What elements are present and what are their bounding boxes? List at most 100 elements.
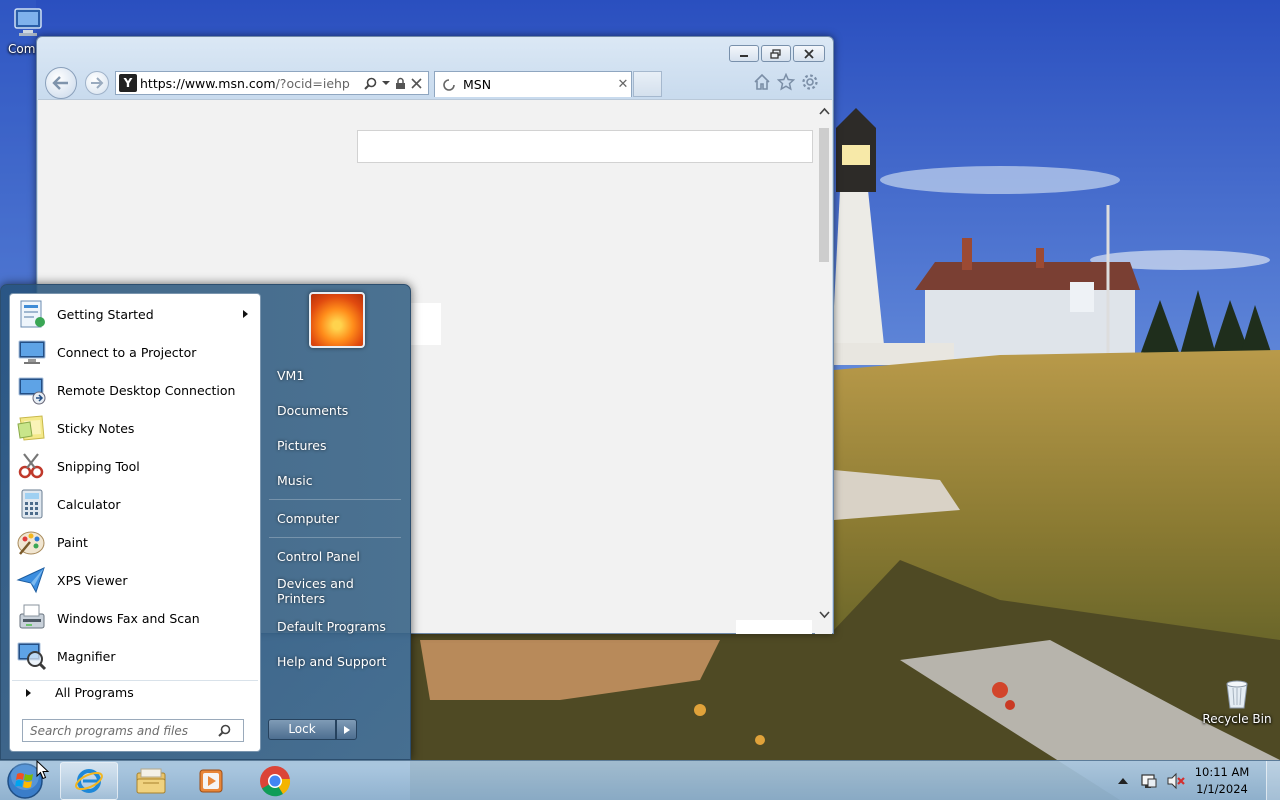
menu-separator — [269, 499, 401, 500]
close-button[interactable] — [793, 45, 825, 62]
start-menu-place-default-programs[interactable]: Default Programs — [269, 612, 405, 640]
forward-button[interactable] — [85, 71, 109, 95]
scroll-up-arrow[interactable] — [817, 104, 831, 118]
action-center-flag-icon[interactable] — [1140, 772, 1158, 790]
minimize-icon — [740, 54, 748, 57]
fax-scan-icon — [19, 604, 45, 629]
home-icon[interactable] — [753, 73, 771, 91]
site-favicon-icon: Y — [119, 74, 137, 92]
taskbar-chrome[interactable] — [246, 762, 304, 800]
all-programs-label: All Programs — [55, 685, 134, 700]
start-menu-place-pictures[interactable]: Pictures — [269, 431, 405, 459]
vertical-scrollbar[interactable] — [815, 100, 832, 634]
taskbar-internet-explorer[interactable] — [60, 762, 118, 800]
chevron-up-icon — [818, 107, 830, 115]
start-search-input[interactable] — [30, 723, 218, 738]
triangle-right-icon — [26, 688, 31, 697]
content-placeholder — [736, 620, 812, 634]
new-tab-button[interactable] — [633, 71, 662, 97]
scroll-thumb[interactable] — [819, 128, 829, 262]
taskbar-media-player[interactable] — [182, 762, 240, 800]
all-programs-button[interactable]: All Programs — [12, 680, 258, 704]
calculator-icon — [21, 489, 43, 519]
start-menu-item[interactable]: Magnifier — [12, 638, 258, 674]
start-menu-place-vm1[interactable]: VM1 — [269, 361, 405, 389]
url-path: /?ocid=iehp — [275, 75, 350, 91]
start-menu-item-label: Snipping Tool — [57, 458, 140, 474]
start-search-box[interactable] — [22, 719, 244, 742]
recycle-bin-icon — [1226, 680, 1248, 709]
tab-msn[interactable]: MSN ✕ — [434, 71, 632, 97]
start-menu-programs-pane: Getting Started Connect to a Projector Rem… — [9, 293, 261, 752]
magnifier-icon — [17, 642, 47, 671]
projector-icon — [18, 340, 46, 364]
start-menu-item[interactable]: Remote Desktop Connection — [12, 372, 258, 408]
start-menu-place-control-panel[interactable]: Control Panel — [269, 542, 405, 570]
search-icon[interactable] — [218, 724, 231, 737]
lock-button[interactable]: Lock — [268, 719, 336, 740]
desktop-icon-recycle-bin[interactable]: Recycle Bin — [1201, 678, 1273, 726]
xps-viewer-icon — [16, 567, 45, 594]
start-menu-item[interactable]: Connect to a Projector — [12, 334, 258, 370]
start-menu-item[interactable]: Sticky Notes — [12, 410, 258, 446]
restore-button[interactable] — [761, 45, 791, 62]
window-caption-buttons — [729, 45, 825, 62]
minimize-button[interactable] — [729, 45, 759, 62]
close-icon — [804, 48, 814, 59]
snipping-tool-icon — [18, 453, 44, 479]
back-button[interactable] — [45, 67, 77, 99]
gear-icon[interactable] — [801, 73, 819, 91]
arrow-right-icon — [91, 77, 104, 89]
start-menu-place-computer[interactable]: Computer — [269, 504, 405, 532]
tab-title: MSN — [463, 77, 492, 92]
internet-explorer-icon — [75, 769, 103, 793]
show-desktop-button[interactable] — [1266, 761, 1280, 800]
paint-icon — [17, 531, 45, 555]
url-text[interactable]: https://www.msn.com/?ocid=iehp — [140, 76, 362, 91]
system-tray: 10:11 AM 1/1/2024 — [1118, 761, 1280, 800]
start-menu-item[interactable]: XPS Viewer — [12, 562, 258, 598]
system-clock[interactable]: 10:11 AM 1/1/2024 — [1186, 764, 1258, 798]
folder-icon — [136, 768, 166, 794]
show-hidden-icons-icon[interactable] — [1118, 777, 1128, 785]
chevron-down-icon[interactable] — [382, 80, 390, 86]
start-menu-item-label: Remote Desktop Connection — [57, 382, 236, 398]
menu-separator — [269, 537, 401, 538]
taskbar-windows-explorer[interactable] — [122, 762, 180, 800]
start-menu-place-music[interactable]: Music — [269, 466, 405, 494]
loading-spinner-icon — [443, 78, 455, 91]
lock-icon[interactable] — [395, 77, 406, 90]
address-bar[interactable]: Y https://www.msn.com/?ocid=iehp — [115, 71, 429, 95]
start-menu-item-label: Windows Fax and Scan — [57, 610, 200, 626]
content-placeholder — [411, 303, 441, 345]
start-menu-place-documents[interactable]: Documents — [269, 396, 405, 424]
msn-search-box[interactable] — [357, 130, 813, 163]
tab-close-icon[interactable]: ✕ — [615, 77, 631, 92]
speaker-muted-icon[interactable] — [1166, 772, 1186, 790]
start-menu: Getting Started Connect to a Projector Rem… — [0, 284, 411, 760]
url-domain: www.msn.com — [184, 75, 276, 91]
taskbar: 10:11 AM 1/1/2024 — [0, 760, 1280, 800]
triangle-right-icon — [343, 725, 350, 734]
start-menu-item[interactable]: Calculator — [12, 486, 258, 522]
mouse-cursor-icon — [36, 760, 50, 780]
power-options-button[interactable] — [336, 719, 357, 740]
start-menu-item[interactable]: Paint — [12, 524, 258, 560]
start-menu-item[interactable]: Snipping Tool — [12, 448, 258, 484]
start-menu-item[interactable]: Getting Started — [12, 296, 258, 332]
chevron-down-icon — [818, 611, 830, 619]
search-icon[interactable] — [364, 77, 377, 90]
favorites-star-icon[interactable] — [777, 73, 795, 91]
user-avatar[interactable] — [309, 292, 365, 348]
scroll-down-arrow[interactable] — [817, 608, 831, 622]
start-menu-place-devices-and-printers[interactable]: Devices and Printers — [269, 576, 405, 606]
clock-time: 10:11 AM — [1194, 765, 1250, 779]
url-scheme: https:// — [140, 75, 185, 91]
sticky-notes-icon — [17, 415, 45, 441]
computer-icon — [14, 8, 42, 36]
arrow-left-icon — [52, 76, 68, 90]
start-menu-place-help-and-support[interactable]: Help and Support — [269, 647, 405, 675]
stop-icon[interactable] — [411, 77, 422, 89]
submenu-arrow-icon[interactable] — [243, 310, 248, 318]
start-menu-item[interactable]: Windows Fax and Scan — [12, 600, 258, 636]
